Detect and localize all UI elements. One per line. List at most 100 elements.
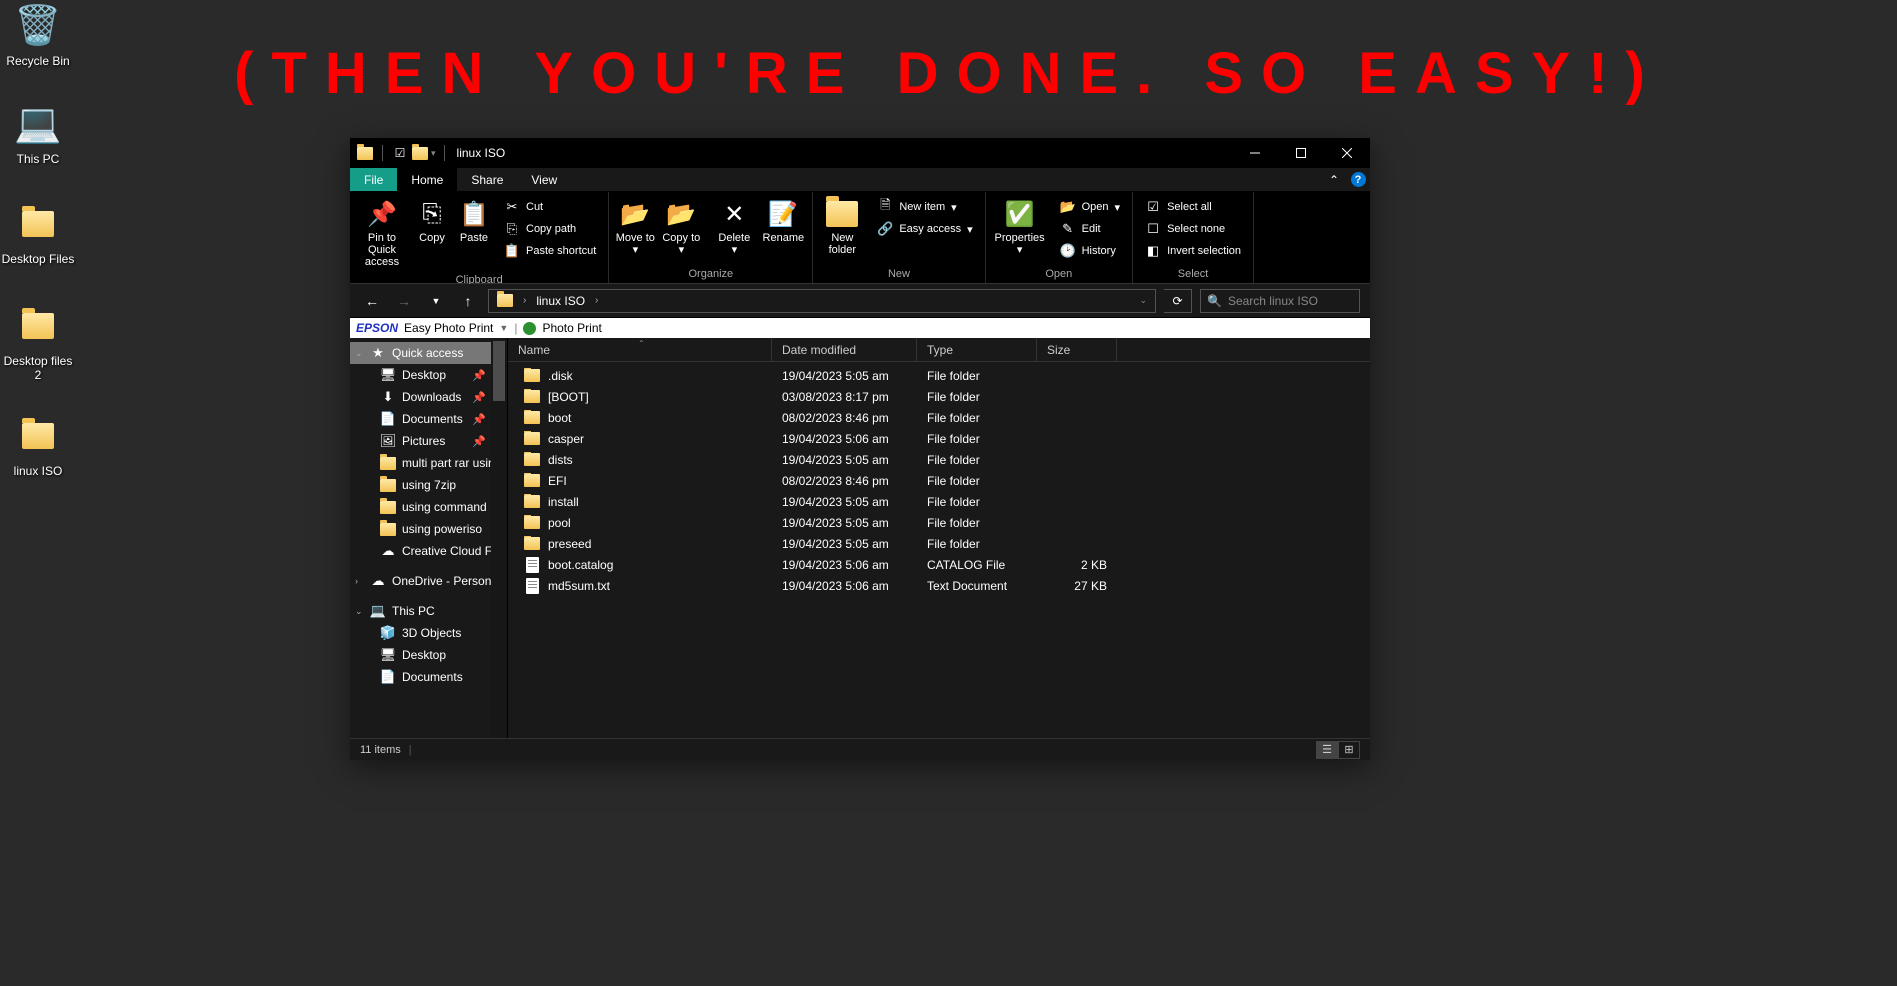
nav-item[interactable]: ⌄★Quick access xyxy=(350,342,492,364)
file-row[interactable]: boot.catalog19/04/2023 5:06 amCATALOG Fi… xyxy=(508,554,1370,575)
desktop-icon-desktop-files[interactable]: Desktop Files xyxy=(0,200,76,266)
details-view-button[interactable]: ☰ xyxy=(1316,741,1338,759)
nav-item[interactable]: multi part rar using xyxy=(350,452,492,474)
photo-print-button[interactable]: Photo Print xyxy=(542,321,601,335)
nav-item[interactable]: 🖼Pictures📌 xyxy=(350,430,492,452)
history-icon: 🕑 xyxy=(1060,243,1076,259)
column-date[interactable]: Date modified xyxy=(772,338,917,361)
file-row[interactable]: pool19/04/2023 5:05 amFile folder xyxy=(508,512,1370,533)
file-row[interactable]: preseed19/04/2023 5:05 amFile folder xyxy=(508,533,1370,554)
open-button[interactable]: 📂Open ▾ xyxy=(1056,196,1124,218)
desktop-icon-recycle-bin[interactable]: 🗑️Recycle Bin xyxy=(0,2,76,68)
dropdown-icon[interactable]: ▼ xyxy=(499,323,508,333)
file-type: File folder xyxy=(917,390,1037,404)
ribbon-tabs: File Home Share View ⌃ ? xyxy=(350,168,1370,192)
desktop-icon-desktop-files-2[interactable]: Desktop files 2 xyxy=(0,302,76,382)
recent-dropdown[interactable]: ▼ xyxy=(424,289,448,313)
rename-button[interactable]: 📝Rename xyxy=(758,194,808,248)
file-row[interactable]: md5sum.txt19/04/2023 5:06 amText Documen… xyxy=(508,575,1370,596)
nav-item[interactable]: 🖥Desktop📌 xyxy=(350,364,492,386)
file-row[interactable]: casper19/04/2023 5:06 amFile folder xyxy=(508,428,1370,449)
copy-path-button[interactable]: ⎘Copy path xyxy=(500,218,600,240)
nav-item[interactable]: 📄Documents xyxy=(350,666,492,688)
file-date: 19/04/2023 5:06 am xyxy=(772,432,917,446)
qat-properties-icon[interactable]: ☑ xyxy=(391,144,409,162)
file-row[interactable]: dists19/04/2023 5:05 amFile folder xyxy=(508,449,1370,470)
easy-access-button[interactable]: 🔗Easy access ▾ xyxy=(873,218,976,240)
paste-button[interactable]: 📋Paste xyxy=(454,194,494,248)
desktop-icon-linux-iso[interactable]: linux ISO xyxy=(0,412,76,478)
tab-view[interactable]: View xyxy=(517,168,571,191)
expand-icon[interactable]: ⌄ xyxy=(355,348,363,359)
select-all-button[interactable]: ☑Select all xyxy=(1141,196,1245,218)
titlebar[interactable]: ☑ ▾ linux ISO xyxy=(350,138,1370,168)
sort-indicator-icon: ⌃ xyxy=(638,339,645,348)
column-type[interactable]: Type xyxy=(917,338,1037,361)
copy-button[interactable]: ⎘Copy xyxy=(412,194,452,248)
copy-to-button[interactable]: 📂Copy to ▾ xyxy=(659,194,703,260)
edit-button[interactable]: ✎Edit xyxy=(1056,218,1124,240)
forward-button[interactable]: → xyxy=(392,289,416,313)
folder-icon xyxy=(524,515,540,531)
move-to-button[interactable]: 📂Move to ▾ xyxy=(613,194,657,260)
nav-item[interactable]: ›☁OneDrive - Personal xyxy=(350,570,492,592)
new-item-button[interactable]: 🗎New item ▾ xyxy=(873,196,976,218)
minimize-button[interactable] xyxy=(1232,138,1278,168)
history-button[interactable]: 🕑History xyxy=(1056,240,1124,262)
nav-item-label: OneDrive - Personal xyxy=(392,574,492,588)
properties-button[interactable]: ✅Properties ▾ xyxy=(990,194,1050,260)
nav-item[interactable]: using command xyxy=(350,496,492,518)
file-row[interactable]: .disk19/04/2023 5:05 amFile folder xyxy=(508,365,1370,386)
nav-item[interactable]: 🖥Desktop xyxy=(350,644,492,666)
scrollbar-thumb[interactable] xyxy=(493,341,505,401)
thumbnails-view-button[interactable]: ⊞ xyxy=(1338,741,1360,759)
collapse-ribbon-button[interactable]: ⌃ xyxy=(1322,168,1346,191)
address-bar[interactable]: › linux ISO › ⌄ xyxy=(488,289,1156,313)
chevron-right-icon[interactable]: › xyxy=(519,295,530,306)
delete-button[interactable]: ✕Delete ▾ xyxy=(712,194,756,260)
cut-button[interactable]: ✂Cut xyxy=(500,196,600,218)
up-button[interactable]: ↑ xyxy=(456,289,480,313)
paste-shortcut-button[interactable]: 📋Paste shortcut xyxy=(500,240,600,262)
help-button[interactable]: ? xyxy=(1346,168,1370,191)
invert-selection-button[interactable]: ◧Invert selection xyxy=(1141,240,1245,262)
file-row[interactable]: install19/04/2023 5:05 amFile folder xyxy=(508,491,1370,512)
file-row[interactable]: [BOOT]03/08/2023 8:17 pmFile folder xyxy=(508,386,1370,407)
file-row[interactable]: boot08/02/2023 8:46 pmFile folder xyxy=(508,407,1370,428)
refresh-button[interactable]: ⟳ xyxy=(1164,289,1192,313)
address-folder-icon[interactable] xyxy=(491,290,519,312)
desktop-icon-label: This PC xyxy=(0,152,76,166)
chevron-right-icon[interactable]: › xyxy=(591,295,602,306)
easy-photo-print-button[interactable]: Easy Photo Print xyxy=(404,321,493,335)
address-dropdown[interactable]: ⌄ xyxy=(1133,290,1153,312)
nav-item[interactable]: ⬇Downloads📌 xyxy=(350,386,492,408)
select-none-button[interactable]: ☐Select none xyxy=(1141,218,1245,240)
tab-file[interactable]: File xyxy=(350,168,397,191)
tab-home[interactable]: Home xyxy=(397,168,457,191)
qat-newfolder-icon[interactable] xyxy=(411,144,429,162)
search-input[interactable]: 🔍 Search linux ISO xyxy=(1200,289,1360,313)
expand-icon[interactable]: ⌄ xyxy=(355,606,363,617)
nav-item[interactable]: using 7zip xyxy=(350,474,492,496)
desktop-icon-this-pc[interactable]: 💻This PC xyxy=(0,100,76,166)
back-button[interactable]: ← xyxy=(360,289,384,313)
column-size[interactable]: Size xyxy=(1037,338,1117,361)
nav-item[interactable]: ⌄💻This PC xyxy=(350,600,492,622)
new-folder-button[interactable]: New folder xyxy=(817,194,867,260)
nav-item[interactable]: 🧊3D Objects xyxy=(350,622,492,644)
file-row[interactable]: EFI08/02/2023 8:46 pmFile folder xyxy=(508,470,1370,491)
maximize-button[interactable] xyxy=(1278,138,1324,168)
file-name: pool xyxy=(548,516,571,530)
folder-icon xyxy=(524,431,540,447)
nav-item[interactable]: using poweriso xyxy=(350,518,492,540)
expand-icon[interactable]: › xyxy=(355,576,358,586)
pin-quick-access-button[interactable]: 📌Pin to Quick access xyxy=(354,194,410,272)
move-icon: 📂 xyxy=(615,198,655,230)
nav-item[interactable]: 📄Documents📌 xyxy=(350,408,492,430)
file-date: 19/04/2023 5:05 am xyxy=(772,495,917,509)
tab-share[interactable]: Share xyxy=(457,168,517,191)
nav-item[interactable]: ☁Creative Cloud Files xyxy=(350,540,492,562)
address-segment[interactable]: linux ISO xyxy=(530,290,591,312)
close-button[interactable] xyxy=(1324,138,1370,168)
cut-icon: ✂ xyxy=(504,199,520,215)
